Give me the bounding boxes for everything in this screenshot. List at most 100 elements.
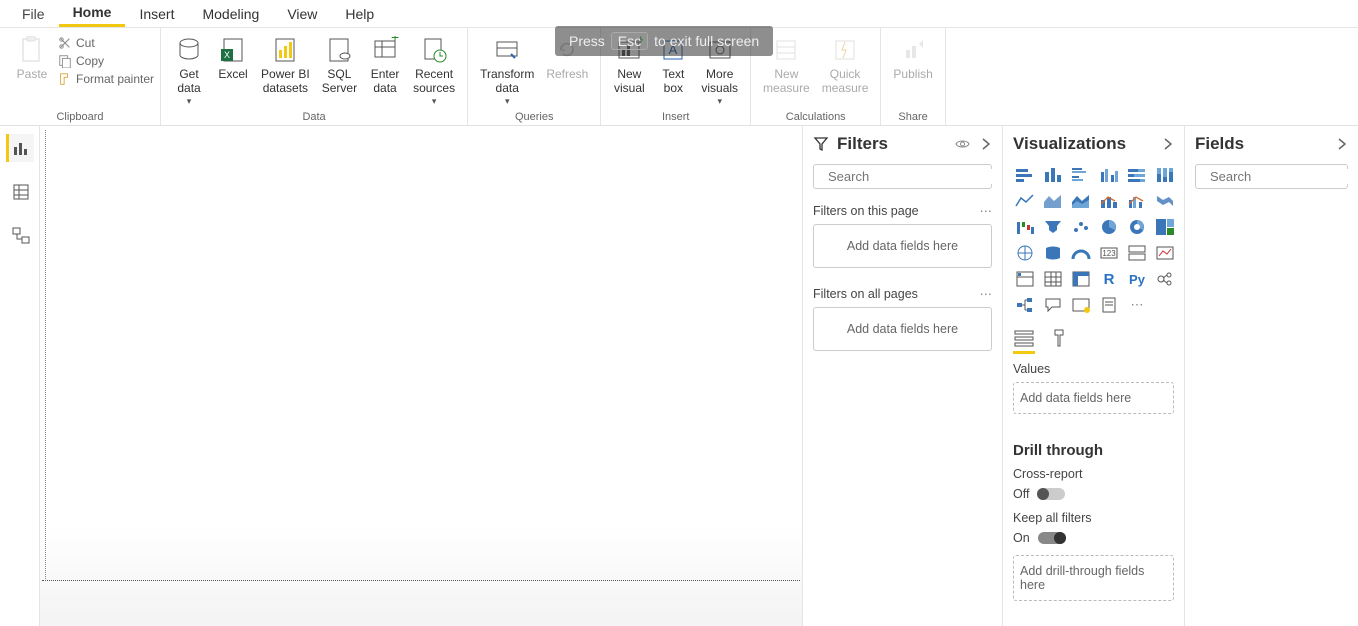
qa-visual-icon[interactable] xyxy=(1041,294,1065,316)
eye-icon[interactable] xyxy=(955,137,970,152)
filters-this-page-drop[interactable]: Add data fields here xyxy=(813,224,992,268)
collapse-right-icon[interactable] xyxy=(980,137,992,151)
viz-format-tabs xyxy=(1013,328,1174,354)
copy-button[interactable]: Copy xyxy=(58,54,154,68)
card-icon[interactable]: 123 xyxy=(1097,242,1121,264)
fields-search[interactable] xyxy=(1195,164,1348,189)
get-data-label: Get data xyxy=(177,68,200,96)
format-painter-button[interactable]: Format painter xyxy=(58,72,154,86)
menu-tab-file[interactable]: File xyxy=(8,2,59,26)
stacked-bar-100-icon[interactable] xyxy=(1125,164,1149,186)
clustered-bar-icon[interactable] xyxy=(1069,164,1093,186)
recent-sources-button[interactable]: Recent sources▾ xyxy=(407,32,461,109)
pbi-label: Power BI datasets xyxy=(261,68,310,96)
data-view-button[interactable] xyxy=(6,178,34,206)
cut-button[interactable]: Cut xyxy=(58,36,154,50)
quick-measure-icon xyxy=(829,34,861,66)
keep-filters-state: On xyxy=(1013,531,1030,545)
excel-button[interactable]: X Excel xyxy=(211,32,255,84)
stacked-column-100-icon[interactable] xyxy=(1153,164,1177,186)
filled-map-icon[interactable] xyxy=(1041,242,1065,264)
model-view-button[interactable] xyxy=(6,222,34,250)
treemap-icon[interactable] xyxy=(1153,216,1177,238)
copy-label: Copy xyxy=(76,54,104,68)
more-icon[interactable]: ⋯ xyxy=(980,286,993,301)
transform-data-button[interactable]: Transform data▾ xyxy=(474,32,540,109)
filters-search[interactable] xyxy=(813,164,992,189)
cross-report-state: Off xyxy=(1013,487,1029,501)
scatter-icon[interactable] xyxy=(1069,216,1093,238)
menu-tab-help[interactable]: Help xyxy=(331,2,388,26)
keep-filters-toggle[interactable]: On xyxy=(1013,531,1174,545)
more-visuals-icon[interactable]: ⋯ xyxy=(1125,294,1149,316)
line-chart-icon[interactable] xyxy=(1013,190,1037,212)
format-tab-icon[interactable] xyxy=(1049,328,1069,354)
group-label-insert: Insert xyxy=(607,111,744,125)
filters-all-pages-drop[interactable]: Add data fields here xyxy=(813,307,992,351)
paginated-report-icon[interactable] xyxy=(1097,294,1121,316)
stacked-bar-icon[interactable] xyxy=(1013,164,1037,186)
publish-label: Publish xyxy=(893,68,932,82)
more-icon[interactable]: ⋯ xyxy=(980,203,993,218)
clustered-column-icon[interactable] xyxy=(1097,164,1121,186)
canvas-bottom-edge xyxy=(42,580,800,581)
menu-tab-insert[interactable]: Insert xyxy=(125,2,188,26)
ribbon-chart-icon[interactable] xyxy=(1153,190,1177,212)
model-view-icon xyxy=(12,227,30,245)
multi-row-card-icon[interactable] xyxy=(1125,242,1149,264)
filters-all-pages-label: Filters on all pages xyxy=(813,287,918,301)
kpi-icon[interactable] xyxy=(1153,242,1177,264)
stacked-area-icon[interactable] xyxy=(1069,190,1093,212)
r-visual-icon[interactable]: R xyxy=(1097,268,1121,290)
viz-values-drop[interactable]: Add data fields here xyxy=(1013,382,1174,414)
cut-label: Cut xyxy=(76,36,95,50)
menu-tab-modeling[interactable]: Modeling xyxy=(188,2,273,26)
line-stacked-column-icon[interactable] xyxy=(1097,190,1121,212)
stacked-column-icon[interactable] xyxy=(1041,164,1065,186)
publish-icon xyxy=(897,34,929,66)
quick-measure-button[interactable]: Quick measure xyxy=(816,32,875,98)
area-chart-icon[interactable] xyxy=(1041,190,1065,212)
decomposition-tree-icon[interactable] xyxy=(1013,294,1037,316)
ribbon-group-share: Publish Share xyxy=(881,28,945,125)
fields-tab-icon[interactable] xyxy=(1013,328,1035,354)
slicer-icon[interactable] xyxy=(1013,268,1037,290)
cross-report-toggle[interactable]: Off xyxy=(1013,487,1174,501)
gauge-icon[interactable] xyxy=(1069,242,1093,264)
enter-data-button[interactable]: + Enter data xyxy=(363,32,407,98)
collapse-right-icon[interactable] xyxy=(1162,137,1174,151)
measure-icon xyxy=(770,34,802,66)
table-icon[interactable] xyxy=(1041,268,1065,290)
pbi-icon xyxy=(269,34,301,66)
filters-search-input[interactable] xyxy=(828,169,1002,184)
matrix-icon[interactable] xyxy=(1069,268,1093,290)
pie-icon[interactable] xyxy=(1097,216,1121,238)
donut-icon[interactable] xyxy=(1125,216,1149,238)
menu-tab-home[interactable]: Home xyxy=(59,0,126,27)
map-icon[interactable] xyxy=(1013,242,1037,264)
svg-text:123: 123 xyxy=(1102,249,1116,258)
publish-button[interactable]: Publish xyxy=(887,32,938,84)
drill-through-drop[interactable]: Add drill-through fields here xyxy=(1013,555,1174,601)
copy-icon xyxy=(58,54,72,68)
collapse-right-icon[interactable] xyxy=(1336,137,1348,151)
sql-server-button[interactable]: SQL Server xyxy=(316,32,363,98)
fields-search-input[interactable] xyxy=(1210,169,1358,184)
refresh-label: Refresh xyxy=(546,68,588,82)
py-visual-icon[interactable]: Py xyxy=(1125,268,1149,290)
get-data-button[interactable]: Get data▾ xyxy=(167,32,211,109)
paste-button[interactable]: Paste xyxy=(10,32,54,84)
report-canvas[interactable] xyxy=(40,126,802,626)
key-influencers-icon[interactable] xyxy=(1153,268,1177,290)
line-clustered-column-icon[interactable] xyxy=(1125,190,1149,212)
funnel-icon[interactable] xyxy=(1041,216,1065,238)
paste-label: Paste xyxy=(17,68,48,82)
toggle-off-icon xyxy=(1037,488,1065,500)
menu-tab-view[interactable]: View xyxy=(273,2,331,26)
menu-tabs: File Home Insert Modeling View Help xyxy=(0,0,1358,28)
waterfall-icon[interactable] xyxy=(1013,216,1037,238)
pbi-datasets-button[interactable]: Power BI datasets xyxy=(255,32,316,98)
smart-narrative-icon[interactable] xyxy=(1069,294,1093,316)
report-view-button[interactable] xyxy=(6,134,34,162)
left-rail xyxy=(0,126,40,626)
